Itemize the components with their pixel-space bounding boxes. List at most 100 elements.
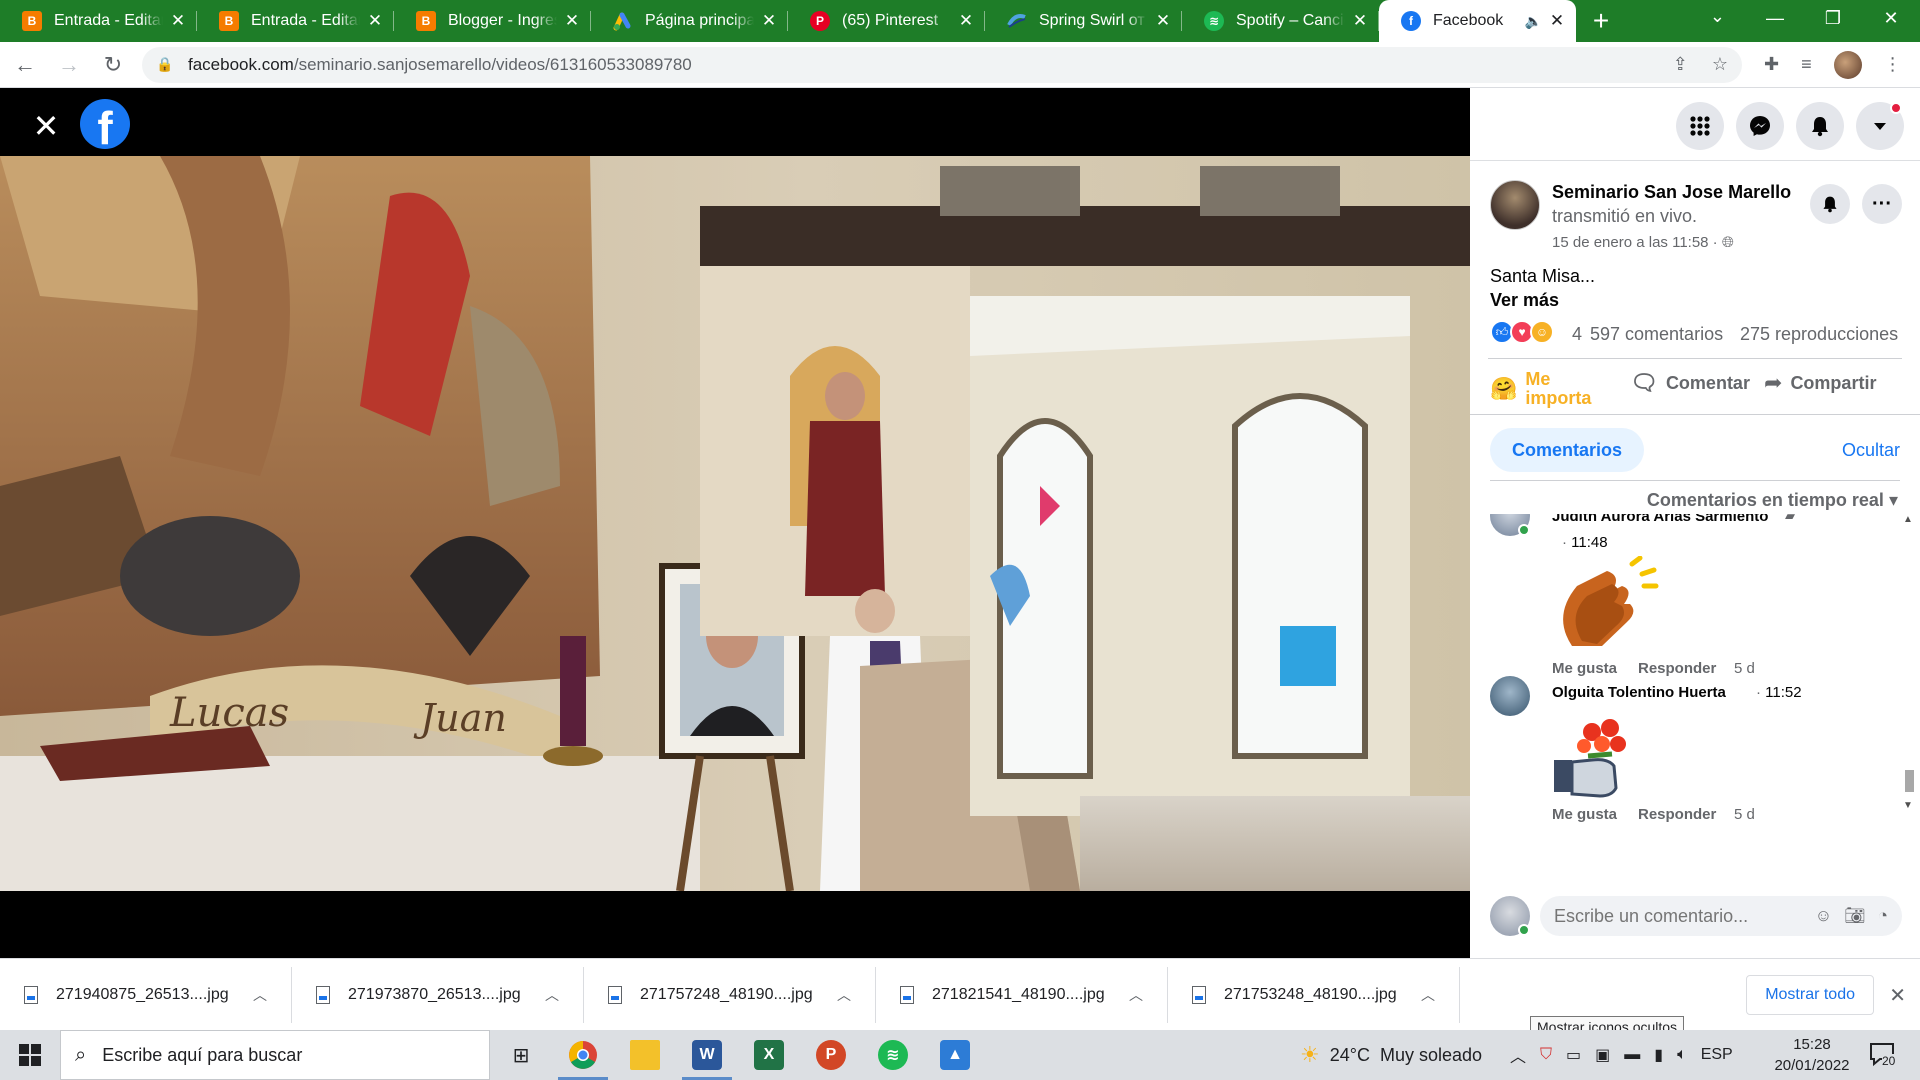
browser-tab[interactable]: P (65) Pinterest ✕	[788, 0, 985, 42]
taskbar-powerpoint[interactable]: P	[800, 1030, 862, 1080]
sticker-icon[interactable]: ◔	[1878, 906, 1888, 926]
browser-tab[interactable]: ≋ Spotify – Cancion ✕	[1182, 0, 1379, 42]
browser-menu-icon[interactable]: ⋮	[1884, 54, 1902, 75]
commenter-name[interactable]: Judith Aurora Arias Sarmiento	[1552, 514, 1768, 525]
browser-tab[interactable]: B Entrada - Editar ✕	[197, 0, 394, 42]
chevron-up-icon[interactable]: ︿	[1129, 985, 1143, 1005]
tab-close-icon[interactable]: ✕	[1351, 11, 1369, 31]
reply-comment-link[interactable]: Responder	[1638, 660, 1716, 677]
new-tab-button[interactable]: +	[1576, 0, 1626, 42]
show-hidden-icons-chevron-icon[interactable]: ︿	[1510, 1043, 1526, 1067]
download-item[interactable]: 271821541_48190....jpg ︿	[876, 966, 1168, 1023]
follow-bell-button[interactable]	[1810, 184, 1850, 224]
window-close-icon[interactable]: ✕	[1862, 0, 1920, 36]
emoji-icon[interactable]: ☺	[1815, 906, 1832, 926]
like-comment-link[interactable]: Me gusta	[1552, 660, 1617, 677]
close-download-bar-icon[interactable]: ✕	[1889, 983, 1906, 1008]
browser-tab[interactable]: B Blogger - Ingreso ✕	[394, 0, 591, 42]
scroll-up-arrow-icon[interactable]: ▲	[1903, 514, 1913, 525]
scrollbar-thumb[interactable]	[1905, 770, 1914, 792]
bookmark-star-icon[interactable]: ☆	[1712, 54, 1728, 75]
like-comment-link[interactable]: Me gusta	[1552, 806, 1617, 823]
tab-search-chevron-icon[interactable]: ⌄	[1710, 6, 1725, 27]
extensions-puzzle-icon[interactable]: ✚	[1764, 54, 1779, 75]
taskbar-photos[interactable]: ▲	[924, 1030, 986, 1080]
comment-sort-dropdown[interactable]: Comentarios en tiempo real ▾	[1647, 490, 1898, 511]
address-bar[interactable]: 🔒 facebook.com/seminario.sanjosemarello/…	[142, 46, 1742, 83]
tab-close-icon[interactable]: ✕	[1154, 11, 1172, 31]
taskbar-file-explorer[interactable]	[614, 1030, 676, 1080]
windows-start-button[interactable]	[0, 1030, 60, 1080]
antivirus-shield-icon[interactable]: ⛉	[1540, 1046, 1552, 1064]
tab-close-icon[interactable]: ✕	[957, 11, 975, 31]
battery-icon[interactable]: ▮	[1654, 1045, 1663, 1065]
page-avatar[interactable]	[1490, 180, 1540, 230]
chevron-up-icon[interactable]: ︿	[837, 985, 851, 1005]
taskbar-word[interactable]: W	[676, 1030, 738, 1080]
task-view-button[interactable]: ⊞	[490, 1030, 552, 1080]
comment-age[interactable]: 5 d	[1734, 660, 1755, 677]
scroll-down-arrow-icon[interactable]: ▼	[1903, 800, 1913, 811]
taskbar-spotify[interactable]: ≋	[862, 1030, 924, 1080]
share-button[interactable]: ➦ Compartir	[1764, 370, 1876, 396]
post-timestamp[interactable]: 15 de enero a las 11:58 · 🌐︎	[1552, 234, 1734, 251]
comments-scrollbar[interactable]: ▲ ▼	[1902, 514, 1916, 864]
input-language[interactable]: ESP	[1701, 1046, 1733, 1064]
reaction-summary[interactable]: 👍︎ ♥ ☺	[1490, 320, 1554, 344]
comments-count[interactable]: 597 comentarios	[1590, 324, 1723, 345]
see-more-link[interactable]: Ver más	[1490, 290, 1559, 311]
comment-input[interactable]	[1554, 905, 1774, 927]
download-item[interactable]: 271973870_26513....jpg ︿	[292, 966, 584, 1023]
browser-tab[interactable]: Página principal - ✕	[591, 0, 788, 42]
react-button[interactable]: 🤗 Me importa	[1490, 370, 1595, 408]
menu-grid-icon[interactable]	[1676, 102, 1724, 150]
share-icon[interactable]: ⇪	[1673, 54, 1688, 75]
notifications-bell-icon[interactable]	[1796, 102, 1844, 150]
reload-icon[interactable]: ↻	[94, 46, 132, 84]
taskbar-clock[interactable]: 15:28 20/01/2022	[1766, 1034, 1858, 1076]
download-item[interactable]: 271753248_48190....jpg ︿	[1168, 966, 1460, 1023]
display-icon[interactable]: ▣	[1595, 1045, 1610, 1065]
chevron-up-icon[interactable]: ︿	[1421, 985, 1435, 1005]
comment-button[interactable]: 🗨︎ Comentar	[1630, 370, 1750, 396]
tab-close-icon[interactable]: ✕	[169, 11, 187, 31]
browser-tab-active[interactable]: f Facebook 🔈 ✕	[1379, 0, 1576, 42]
comment-composer[interactable]: ☺ 📷︎ ◔	[1540, 896, 1902, 936]
download-item[interactable]: 271940875_26513....jpg ︿	[0, 966, 292, 1023]
commenter-name[interactable]: Olguita Tolentino Huerta	[1552, 684, 1726, 701]
comments-tab[interactable]: Comentarios	[1490, 428, 1645, 472]
tab-close-icon[interactable]: ✕	[1548, 11, 1566, 31]
video-player[interactable]: Lucas Juan	[0, 156, 1470, 891]
chevron-up-icon[interactable]: ︿	[545, 985, 559, 1005]
camera-icon[interactable]: 📷︎	[1844, 906, 1866, 926]
taskbar-search[interactable]: ⌕ Escribe aquí para buscar	[60, 1030, 490, 1080]
messenger-icon[interactable]	[1736, 102, 1784, 150]
show-all-downloads-button[interactable]: Mostrar todo	[1746, 975, 1874, 1015]
taskbar-excel[interactable]: X	[738, 1030, 800, 1080]
tab-close-icon[interactable]: ✕	[366, 11, 384, 31]
post-author[interactable]: Seminario San Jose Marello	[1552, 182, 1791, 203]
browser-tab[interactable]: B Entrada - Editar ✕	[0, 0, 197, 42]
minimize-icon[interactable]: —	[1746, 0, 1804, 36]
more-options-button[interactable]: ···	[1862, 184, 1902, 224]
tab-close-icon[interactable]: ✕	[760, 11, 778, 31]
device-icon[interactable]: ▭	[1566, 1045, 1581, 1065]
speaker-icon[interactable]: 🔈	[1525, 13, 1542, 30]
forward-arrow-icon[interactable]: →	[50, 46, 88, 84]
facebook-logo[interactable]: f	[80, 99, 130, 149]
download-item[interactable]: 271757248_48190....jpg ︿	[584, 966, 876, 1023]
commenter-avatar[interactable]	[1490, 676, 1530, 716]
back-arrow-icon[interactable]: ←	[6, 46, 44, 84]
weather-widget[interactable]: ☀ 24°C Muy soleado	[1300, 1030, 1482, 1080]
close-viewer-icon[interactable]: ✕	[32, 110, 60, 142]
browser-tab[interactable]: Spring Swirl от Sa ✕	[985, 0, 1182, 42]
network-icon[interactable]: ▬	[1624, 1046, 1640, 1064]
account-chevron-icon[interactable]	[1856, 102, 1904, 150]
taskbar-chrome[interactable]	[552, 1030, 614, 1080]
hide-comments-link[interactable]: Ocultar	[1842, 440, 1900, 461]
restore-icon[interactable]: ❐	[1804, 0, 1862, 36]
comment-age[interactable]: 5 d	[1734, 806, 1755, 823]
volume-icon[interactable]: 🔈︎	[1677, 1046, 1687, 1064]
reaction-count[interactable]: 4	[1572, 324, 1582, 345]
tab-close-icon[interactable]: ✕	[563, 11, 581, 31]
